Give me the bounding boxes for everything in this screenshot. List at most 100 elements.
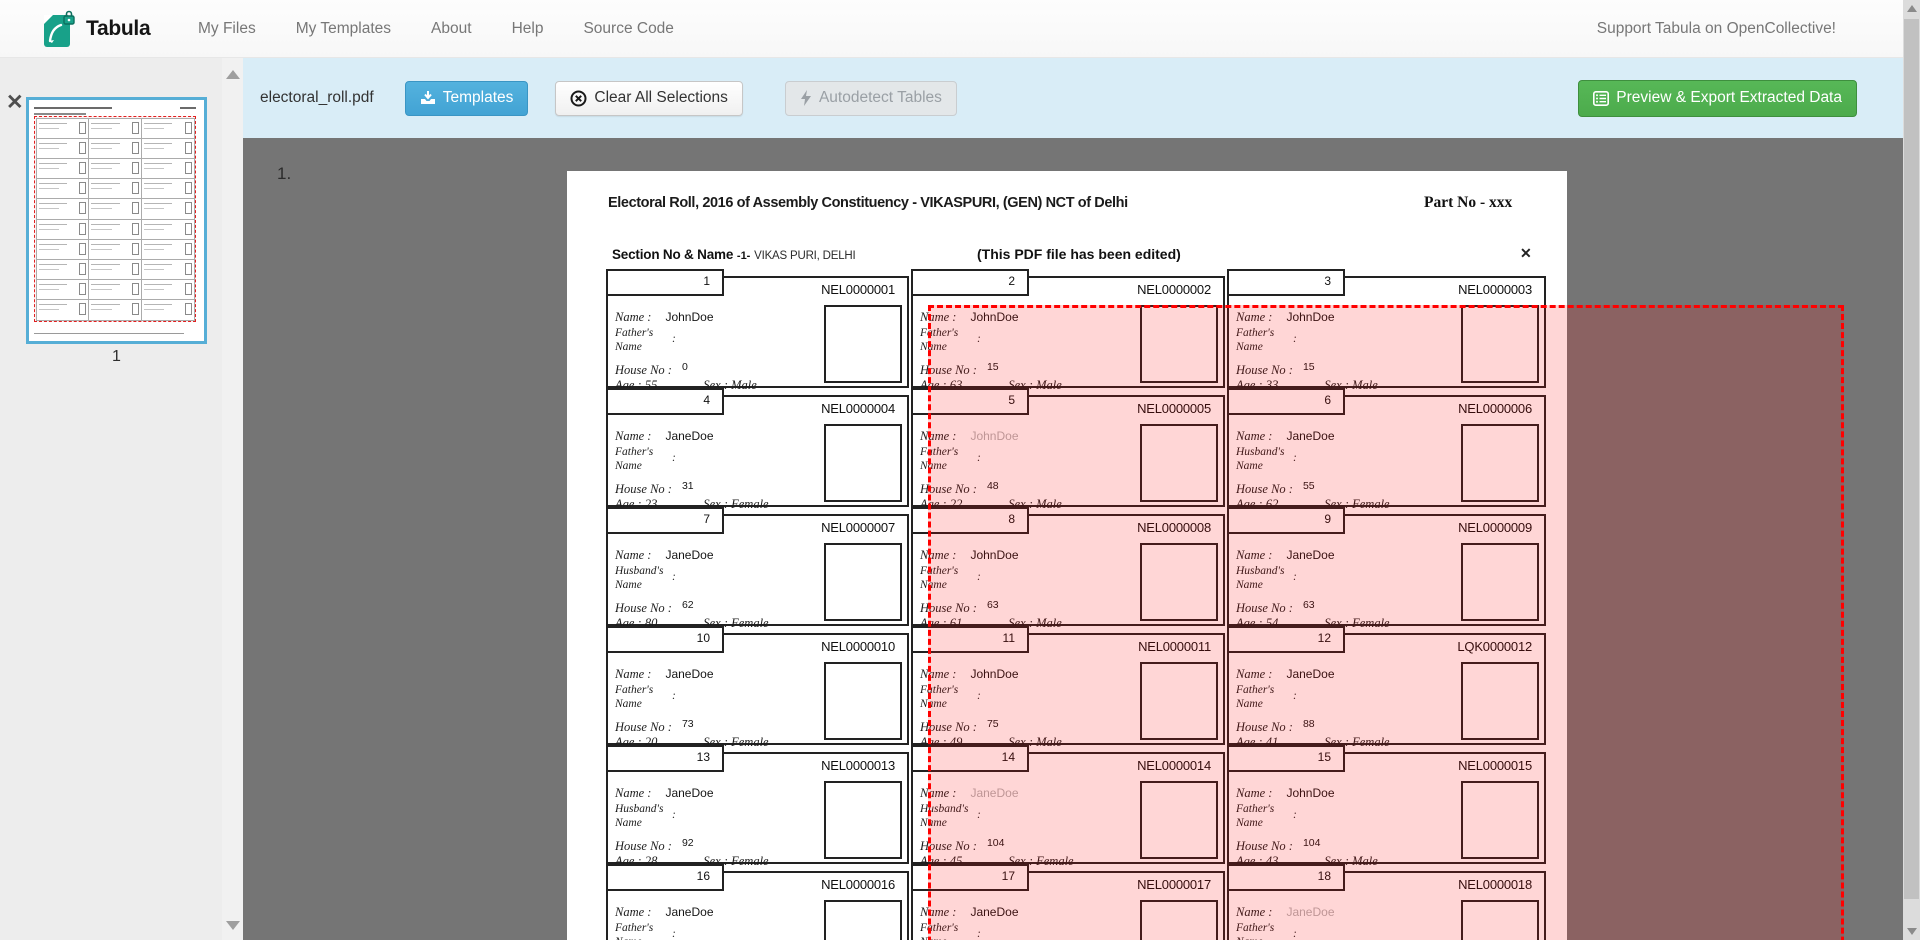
sidebar-scrollbar[interactable] xyxy=(222,58,243,940)
name-line: Name : JaneDoe xyxy=(615,665,714,683)
photo-box xyxy=(824,900,902,940)
autodetect-label: Autodetect Tables xyxy=(819,89,942,107)
voter-card: 16NEL0000016Name :JaneDoeFather'sName:Ho… xyxy=(606,871,909,940)
relation-label-line2: Name xyxy=(615,698,642,710)
relation-label: Father's xyxy=(615,446,653,458)
thumbnail-mini-cell xyxy=(141,219,195,240)
page-thumbnail-sidebar: ✕ 1 xyxy=(0,58,243,940)
serial-number-box: 4 xyxy=(606,388,724,415)
house-label: House No : xyxy=(615,839,672,853)
nav-help[interactable]: Help xyxy=(492,20,564,38)
table-selection-overlay[interactable] xyxy=(928,305,1844,940)
name-line: Name :JaneDoe xyxy=(615,546,714,564)
autodetect-tables-button[interactable]: Autodetect Tables xyxy=(785,81,957,116)
scroll-down-icon[interactable] xyxy=(226,921,240,930)
relation-colon: : xyxy=(672,809,676,822)
clear-label: Clear All Selections xyxy=(594,89,728,107)
name-label: Name : xyxy=(615,429,651,443)
section-number: -1- xyxy=(737,250,750,262)
relation-label-line2: Name xyxy=(615,460,642,472)
name-line: Name : JaneDoe xyxy=(615,784,714,802)
nav-my-templates[interactable]: My Templates xyxy=(276,20,411,38)
selection-close-icon[interactable]: ✕ xyxy=(1520,245,1532,262)
house-value: 31 xyxy=(682,480,694,492)
house-value: 92 xyxy=(682,837,694,849)
voter-card: 1NEL0000001Name :JohnDoeFather'sName:Hou… xyxy=(606,276,909,388)
scrollbar-down-icon[interactable] xyxy=(1903,923,1920,940)
photo-box xyxy=(824,543,902,621)
relation-line: Husband'sName: xyxy=(615,564,663,591)
voter-card: 10NEL0000010Name :JaneDoeFather'sName:Ho… xyxy=(606,633,909,745)
thumbnail-selection-box xyxy=(34,116,196,322)
relation-label-line2: Name xyxy=(615,341,642,353)
export-label: Preview & Export Extracted Data xyxy=(1616,89,1842,107)
house-value: 62 xyxy=(682,599,694,611)
thumbnail-mini-cell xyxy=(88,118,142,139)
thumbnail-mini-cell xyxy=(141,299,195,320)
pdf-part-number: Part No - xxx xyxy=(1424,194,1512,212)
name-label: Name : xyxy=(615,905,651,919)
name-value: JaneDoe xyxy=(665,667,713,681)
sex-value: Female xyxy=(731,497,768,511)
thumbnail-mini-cell xyxy=(36,138,90,159)
nav-about[interactable]: About xyxy=(411,20,492,38)
thumbnail-mini-cell xyxy=(88,279,142,300)
section-name: VIKAS PURI, DELHI xyxy=(754,250,855,262)
thumbnail-mini-cell xyxy=(36,118,90,139)
serial-number-box: 13 xyxy=(606,745,724,772)
clear-icon xyxy=(570,90,587,107)
name-line: Name : JaneDoe xyxy=(615,903,714,921)
serial-number-box: 3 xyxy=(1227,269,1345,296)
serial-number-box: 1 xyxy=(606,269,724,296)
name-value: JaneDoe xyxy=(665,905,713,919)
voter-id: NEL0000004 xyxy=(821,401,895,416)
nav-my-files[interactable]: My Files xyxy=(178,20,276,38)
nav-links: My Files My Templates About Help Source … xyxy=(178,0,694,57)
thumbnail-mini-cell xyxy=(36,198,90,219)
voter-id: NEL0000007 xyxy=(821,520,895,535)
templates-button[interactable]: Templates xyxy=(405,81,529,116)
page-thumbnail[interactable] xyxy=(26,97,207,344)
voter-id: NEL0000003 xyxy=(1458,282,1532,297)
relation-colon: : xyxy=(672,928,676,940)
thumbnail-mini-cell xyxy=(88,138,142,159)
thumbnail-mini-cell xyxy=(36,239,90,260)
support-link[interactable]: Support Tabula on OpenCollective! xyxy=(1597,0,1836,57)
thumbnail-mini-cell xyxy=(36,279,90,300)
relation-label: Father's xyxy=(615,327,653,339)
autodetect-icon xyxy=(800,90,812,106)
thumbnail-mini-cell xyxy=(141,279,195,300)
name-label: Name : xyxy=(615,667,651,681)
section-label: Section No & Name xyxy=(612,247,733,262)
name-value: JaneDoe xyxy=(665,786,713,800)
remove-page-icon[interactable]: ✕ xyxy=(6,92,24,113)
name-value: JohnDoe xyxy=(665,310,713,324)
name-line: Name :JohnDoe xyxy=(615,308,714,326)
relation-label-line2: Name xyxy=(615,579,642,591)
scrollbar-up-icon[interactable] xyxy=(1903,0,1920,17)
thumbnail-mini-cell xyxy=(88,219,142,240)
sex-value: Male xyxy=(731,378,757,392)
thumbnail-mini-cell xyxy=(36,158,90,179)
relation-colon: : xyxy=(672,333,676,346)
pdf-page[interactable]: Electoral Roll, 2016 of Assembly Constit… xyxy=(567,171,1567,940)
relation-colon: : xyxy=(672,452,676,465)
nav-source-code[interactable]: Source Code xyxy=(563,20,693,38)
voter-id: NEL0000013 xyxy=(821,758,895,773)
name-label: Name : xyxy=(615,786,651,800)
clear-all-selections-button[interactable]: Clear All Selections xyxy=(555,81,743,116)
top-navbar: Tabula My Files My Templates About Help … xyxy=(0,0,1920,58)
relation-label-line2: Name xyxy=(615,817,642,829)
relation-line: Father'sName: xyxy=(615,326,653,353)
window-scrollbar[interactable] xyxy=(1903,0,1920,940)
relation-line: Husband'sName: xyxy=(615,802,663,829)
voter-card: 4NEL0000004Name :JaneDoeFather'sName:Hou… xyxy=(606,395,909,507)
preview-export-button[interactable]: Preview & Export Extracted Data xyxy=(1578,80,1857,117)
brand[interactable]: Tabula xyxy=(44,10,150,48)
thumbnail-mini-cell xyxy=(88,178,142,199)
tabula-app: Tabula My Files My Templates About Help … xyxy=(0,0,1920,940)
scrollbar-thumb[interactable] xyxy=(1904,19,1919,899)
scroll-up-icon[interactable] xyxy=(226,70,240,79)
thumbnail-mini-cell xyxy=(88,239,142,260)
house-value: 0 xyxy=(682,361,688,373)
